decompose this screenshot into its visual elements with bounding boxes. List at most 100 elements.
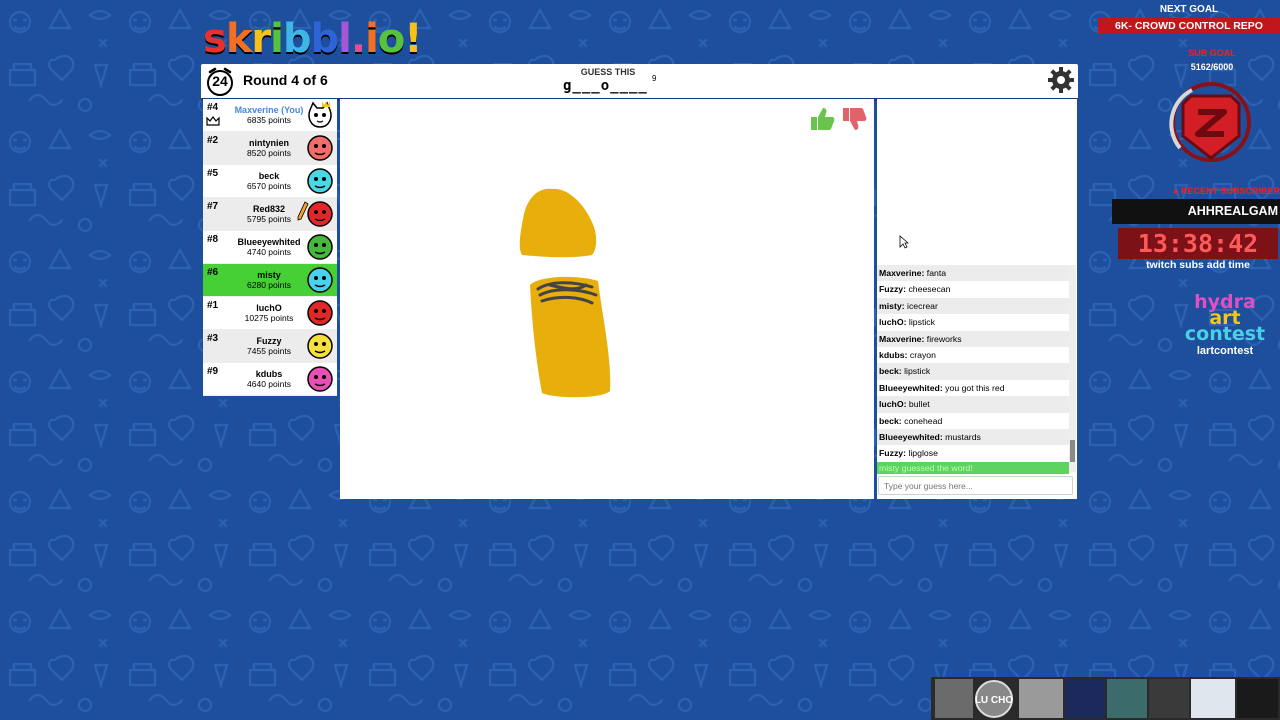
player-row[interactable]: #7 Red832 5795 points (203, 198, 337, 231)
player-row[interactable]: #2 nintynien 8520 points (203, 132, 337, 165)
logo-letter: ! (404, 16, 422, 62)
chat-username: Fuzzy: (879, 284, 907, 295)
thumbs-up-icon[interactable] (808, 105, 836, 133)
chat-message: Maxverine: fanta (877, 265, 1069, 282)
player-avatar (307, 333, 333, 359)
sub-avatar (935, 679, 973, 718)
player-name: Blueeyewhited (237, 237, 301, 247)
player-avatar (307, 168, 333, 194)
chat-username: misty: (879, 300, 905, 311)
player-rank: #4 (207, 102, 219, 113)
crown-icon (206, 116, 220, 126)
sub-goal-widget: SUB GOAL 5162/6000 (1160, 48, 1264, 72)
player-points: 10275 points (244, 313, 294, 323)
chat-message: Blueeyewhited: mustards (877, 428, 1069, 446)
player-name: Fuzzy (256, 336, 282, 346)
player-avatar (307, 201, 333, 227)
chat-text: lipstick (906, 317, 935, 328)
player-points: 6835 points (247, 115, 291, 125)
player-points: 4640 points (247, 379, 291, 389)
player-rank: #8 (207, 234, 219, 245)
player-avatar (307, 267, 333, 293)
logo-letter: b (310, 16, 340, 62)
sub-avatar (1149, 679, 1189, 718)
chat-message: Fuzzy: cheesecan (877, 281, 1069, 297)
chat-scrollbar-thumb[interactable] (1070, 440, 1075, 462)
chat-message: Maxverine: fireworks (877, 330, 1069, 347)
player-name: luchO (256, 303, 282, 313)
player-list: #4 Maxverine (You) 6835 points #2 nintynien 8… (203, 99, 337, 396)
game-header: 24 Round 4 of 6 GUESS THIS g___o____ 9 (201, 64, 1078, 101)
round-timer: 24 (212, 73, 228, 89)
player-row[interactable]: #6 misty 6280 points (203, 264, 337, 297)
player-row[interactable]: #8 Blueeyewhited 4740 points (203, 231, 337, 264)
chat-username: Blueeyewhited: (879, 382, 943, 393)
pencil-icon (297, 201, 309, 221)
sub-avatar (1065, 679, 1105, 718)
logo-letters: skribbl.io! (203, 16, 423, 62)
word-length: 9 (652, 74, 657, 83)
logo-letter: r (251, 16, 271, 62)
chat-username: beck: (879, 366, 902, 377)
player-row[interactable]: #1 luchO 10275 points (203, 297, 337, 330)
sub-avatar (1237, 679, 1278, 718)
chat-username: Blueeyewhited: (879, 431, 943, 442)
player-rank: #2 (207, 135, 219, 146)
logo-letter: o (377, 16, 406, 62)
logo-letter: k (225, 16, 253, 62)
player-rank: #3 (207, 333, 219, 344)
channel-shield-logo-icon (1169, 82, 1251, 162)
chat-message: beck: conehead (877, 413, 1069, 429)
drawing-strokes (519, 188, 611, 398)
mouse-cursor-icon (899, 235, 909, 249)
word-hint: g___o____ (563, 78, 648, 94)
chat-text: crayon (907, 349, 936, 360)
chat-username: Fuzzy: (879, 448, 907, 459)
skribbl-logo: skribbl.io! (203, 14, 423, 64)
logo-letter: i (365, 16, 379, 62)
chat-username: luchO: (879, 317, 907, 328)
chat-message: Blueeyewhited: you got this red (877, 380, 1069, 396)
chat-message: kdubs: crayon (877, 347, 1069, 363)
player-rank: #6 (207, 267, 219, 278)
logo-letter: i (270, 16, 284, 62)
settings-gear-icon[interactable] (1046, 65, 1076, 95)
player-points: 6280 points (247, 280, 291, 290)
correct-guess-message: misty guessed the word! (877, 461, 1069, 474)
player-points: 4740 points (247, 247, 291, 257)
player-name: nintynien (249, 138, 289, 148)
player-row[interactable]: #5 beck 6570 points (203, 165, 337, 198)
contest-handle: lartcontest (1196, 345, 1254, 357)
logo-letter: s (203, 16, 227, 62)
chat-scrollbar[interactable] (1069, 265, 1076, 472)
chat-username: Maxverine: (879, 268, 925, 278)
chat-message: luchO: lipstick (877, 314, 1069, 330)
player-row[interactable]: #3 Fuzzy 7455 points (203, 330, 337, 363)
chat-text: mustards (942, 431, 981, 442)
drawing-canvas[interactable] (340, 99, 874, 499)
subscriber-avatars-strip: LU CHO (931, 677, 1280, 720)
chat-username: Maxverine: (879, 333, 925, 344)
chat-username: kdubs: (879, 349, 908, 360)
player-rank: #1 (207, 300, 219, 311)
chat-panel: Maxverine: fanta Fuzzy: cheesecan misty: i… (877, 99, 1077, 499)
next-goal-name: 6K- CROWD CONTROL REPO (1098, 18, 1280, 34)
sub-avatar (1191, 679, 1235, 718)
chat-text: fanta (924, 268, 947, 278)
guess-input[interactable] (878, 476, 1073, 495)
chat-text: icecrear (904, 300, 938, 311)
player-avatar (307, 300, 333, 326)
next-goal-label: NEXT GOAL (1159, 4, 1219, 15)
player-row[interactable]: #4 Maxverine (You) 6835 points (203, 99, 337, 132)
player-rank: #5 (207, 168, 219, 179)
player-rank: #9 (207, 366, 219, 377)
player-name: kdubs (255, 369, 283, 379)
thumbs-down-icon[interactable] (840, 105, 868, 133)
player-rank: #7 (207, 201, 219, 212)
player-row[interactable]: #9 kdubs 4640 points (203, 363, 337, 396)
chat-text: conehead (901, 415, 943, 426)
player-points: 7455 points (247, 346, 291, 356)
logo-letter: l (338, 16, 352, 62)
chat-messages: Maxverine: fanta Fuzzy: cheesecan misty: i… (877, 265, 1069, 474)
subathon-timer: 13:38:42 (1118, 228, 1278, 259)
